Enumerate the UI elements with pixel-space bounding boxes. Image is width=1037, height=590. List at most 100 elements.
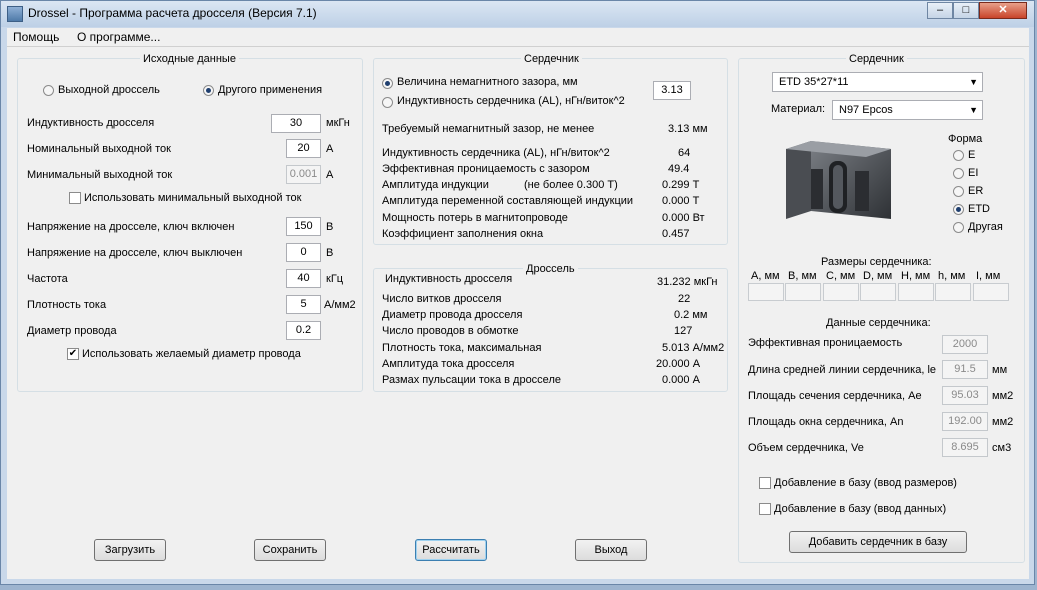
core-row-label: Коэффициент заполнения окна <box>382 228 544 240</box>
min-current-label: Минимальный выходной ток <box>27 169 173 181</box>
exit-button[interactable]: Выход <box>575 539 647 561</box>
voff-input[interactable]: 0 <box>286 243 321 262</box>
etd-core-image <box>786 141 891 219</box>
maximize-button[interactable]: □ <box>953 2 979 19</box>
choke-group: Дроссель Индуктивность дросселя 31.232 м… <box>373 263 728 392</box>
core-row-value: 0.000 Т <box>662 195 700 207</box>
dim-d-input[interactable] <box>860 283 896 301</box>
choke-row-value: 22 <box>678 293 691 305</box>
window-title: Drossel - Программа расчета дросселя (Ве… <box>28 6 317 20</box>
density-input[interactable]: 5 <box>286 295 321 314</box>
min-current-unit: А <box>326 169 334 181</box>
minimize-button[interactable]: – <box>927 2 953 19</box>
choke-row-value: 0.000 А <box>662 374 700 386</box>
ve-input[interactable]: 8.695 <box>942 438 988 457</box>
an-label: Площадь окна сердечника, An <box>748 416 904 428</box>
radio-other-use[interactable] <box>203 85 214 96</box>
material-value: N97 Epcos <box>839 104 893 116</box>
dim-b-label: B, мм <box>788 270 817 282</box>
freq-label: Частота <box>27 273 68 285</box>
dim-i-input[interactable] <box>973 283 1009 301</box>
core-type-select[interactable]: ETD 35*27*11 ▼ <box>772 72 983 92</box>
choke-row-label: Индуктивность дросселя <box>385 273 513 285</box>
radio-gap[interactable] <box>382 78 393 89</box>
menu-help[interactable]: Помощь <box>13 30 59 44</box>
dim-c-input[interactable] <box>823 283 859 301</box>
radio-shape-etd[interactable] <box>953 204 964 215</box>
core-data-title: Данные сердечника: <box>826 317 931 329</box>
use-min-current-checkbox[interactable] <box>69 192 81 204</box>
close-button[interactable]: ✕ <box>979 2 1027 19</box>
core-calc-group: Сердечник Величина немагнитного зазора, … <box>373 53 728 245</box>
load-button[interactable]: Загрузить <box>94 539 166 561</box>
dim-c-label: C, мм <box>826 270 856 282</box>
calculate-button[interactable]: Рассчитать <box>415 539 487 561</box>
shape-er-label: ER <box>968 185 984 197</box>
core-row-label: Амплитуда индукции <box>382 179 489 191</box>
app-window: Drossel - Программа расчета дросселя (Ве… <box>0 0 1035 585</box>
nominal-current-unit: А <box>326 143 334 155</box>
dim-a-label: A, мм <box>751 270 780 282</box>
radio-shape-ei[interactable] <box>953 168 964 179</box>
freq-input[interactable]: 40 <box>286 269 321 288</box>
radio-al[interactable] <box>382 97 393 108</box>
core-row-value: 3.13 мм <box>668 123 708 135</box>
density-label: Плотность тока <box>27 299 107 311</box>
dim-h-input[interactable] <box>935 283 971 301</box>
von-label: Напряжение на дросселе, ключ включен <box>27 221 235 233</box>
save-button[interactable]: Сохранить <box>254 539 326 561</box>
inductance-input[interactable]: 30 <box>271 114 321 133</box>
menu-about[interactable]: О программе... <box>77 30 160 44</box>
core-row-label: Эффективная проницаемость с зазором <box>382 163 590 175</box>
choke-row-label: Число витков дросселя <box>382 293 502 305</box>
radio-shape-e[interactable] <box>953 150 964 161</box>
radio-shape-other[interactable] <box>953 222 964 233</box>
choke-row-value: 5.013 А/мм2 <box>662 342 725 354</box>
le-label: Длина средней линии сердечника, le <box>748 364 936 376</box>
inductance-label: Индуктивность дросселя <box>27 117 155 129</box>
material-select[interactable]: N97 Epcos ▼ <box>832 100 983 120</box>
shape-label: Форма <box>948 133 983 145</box>
nominal-current-input[interactable]: 20 <box>286 139 321 158</box>
dim-hh-input[interactable] <box>898 283 934 301</box>
von-unit: В <box>326 221 334 233</box>
dim-hh-label: H, мм <box>901 270 931 282</box>
min-current-input[interactable]: 0.001 <box>286 165 321 184</box>
add-dims-checkbox[interactable] <box>759 477 771 489</box>
shape-ei-label: EI <box>968 167 979 179</box>
ae-label: Площадь сечения сердечника, Ae <box>748 390 922 402</box>
an-input[interactable]: 192.00 <box>942 412 988 431</box>
ve-unit: см3 <box>992 442 1012 454</box>
input-data-group: Исходные данные Выходной дроссель Другог… <box>17 53 363 392</box>
dim-i-label: I, мм <box>976 270 1001 282</box>
core-calc-title: Сердечник <box>521 53 582 65</box>
client-area: Исходные данные Выходной дроссель Другог… <box>7 47 1029 579</box>
add-data-checkbox[interactable] <box>759 503 771 515</box>
core-row-label: Требуемый немагнитный зазор, не менее <box>382 123 595 135</box>
core-row-value: 49.4 <box>668 163 690 175</box>
perm-label: Эффективная проницаемость <box>748 337 903 349</box>
perm-input[interactable]: 2000 <box>942 335 988 354</box>
choke-row-value: 31.232 мкГн <box>657 276 718 288</box>
use-wire-checkbox[interactable]: ✔ <box>67 348 79 360</box>
add-core-button[interactable]: Добавить сердечник в базу <box>789 531 967 553</box>
material-label: Материал: <box>771 103 826 115</box>
von-input[interactable]: 150 <box>286 217 321 236</box>
choke-row-label: Плотность тока, максимальная <box>382 342 542 354</box>
radio-shape-er[interactable] <box>953 186 964 197</box>
dim-b-input[interactable] <box>785 283 821 301</box>
dim-a-input[interactable] <box>748 283 784 301</box>
radio-gap-label: Величина немагнитного зазора, мм <box>397 76 578 88</box>
le-input[interactable]: 91.5 <box>942 360 988 379</box>
chevron-down-icon: ▼ <box>969 77 978 87</box>
ae-input[interactable]: 95.03 <box>942 386 988 405</box>
radio-al-label: Индуктивность сердечника (AL), нГн/виток… <box>397 95 625 107</box>
core-select-group: Сердечник ETD 35*27*11 ▼ Материал: N97 E… <box>738 53 1025 563</box>
radio-output-choke[interactable] <box>43 85 54 96</box>
density-unit: А/мм2 <box>324 299 356 311</box>
use-wire-label: Использовать желаемый диаметр провода <box>82 348 301 360</box>
wire-input[interactable]: 0.2 <box>286 321 321 340</box>
gap-input[interactable]: 3.13 <box>653 81 691 100</box>
an-unit: мм2 <box>992 416 1014 428</box>
core-row-label: Индуктивность сердечника (AL), нГн/виток… <box>382 147 610 159</box>
